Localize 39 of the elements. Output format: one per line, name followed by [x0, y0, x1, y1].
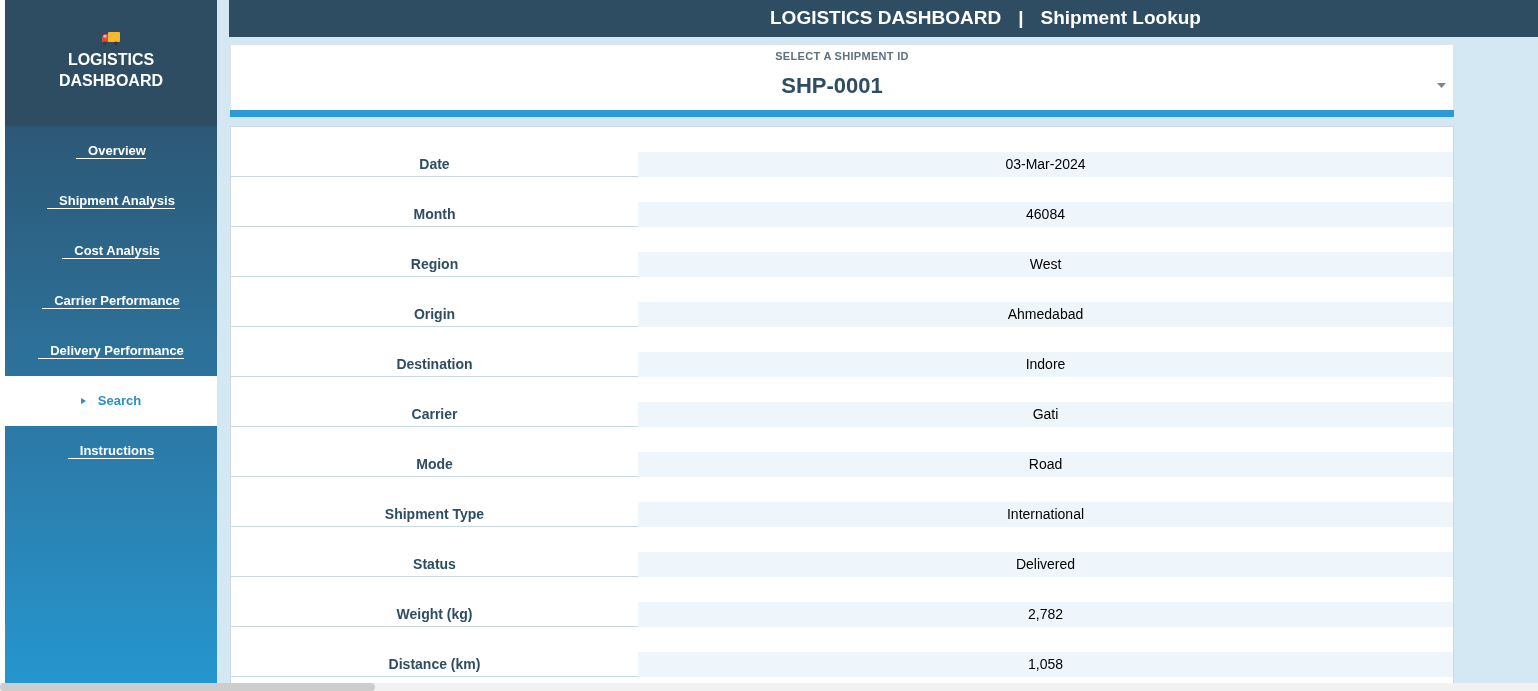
detail-value: Road: [638, 452, 1453, 477]
detail-value: 03-Mar-2024: [638, 152, 1453, 177]
detail-value: Gati: [638, 402, 1453, 427]
detail-value: 1,058: [638, 652, 1453, 677]
detail-label: Weight (kg): [396, 605, 473, 623]
detail-label: Shipment Type: [384, 505, 485, 523]
detail-value: 2,782: [638, 602, 1453, 627]
detail-value: Indore: [638, 352, 1453, 377]
truck-icon: [102, 31, 120, 46]
detail-value: International: [638, 502, 1453, 527]
detail-label: Destination: [396, 355, 473, 373]
detail-value: Delivered: [638, 552, 1453, 577]
sidebar-item[interactable]: Delivery Performance: [5, 326, 217, 376]
detail-label: Status: [413, 555, 456, 573]
select-label: SELECT A SHIPMENT ID: [775, 50, 909, 63]
detail-label: Distance (km): [388, 655, 481, 673]
header-title: LOGISTICS DASHBOARD: [770, 6, 1002, 31]
sidebar-item[interactable]: Instructions: [5, 426, 217, 476]
detail-label: Region: [410, 255, 459, 273]
sidebar-item[interactable]: Search: [5, 376, 217, 426]
logo-title: LOGISTICS DASHBOARD: [58, 49, 164, 91]
header-subtitle: Shipment Lookup: [1040, 6, 1201, 31]
sidebar-item[interactable]: Carrier Performance: [5, 276, 217, 326]
sidebar-item[interactable]: Overview: [5, 126, 217, 176]
detail-value: 46084: [638, 202, 1453, 227]
scrollbar-thumb[interactable]: [0, 683, 375, 691]
detail-label: Date: [419, 155, 450, 173]
detail-label: Mode: [416, 455, 453, 473]
caret-icon: [1437, 83, 1446, 88]
header-separator: |: [1018, 6, 1024, 31]
detail-value: West: [638, 252, 1453, 277]
detail-label: Carrier: [411, 405, 458, 423]
detail-value: Ahmedabad: [638, 302, 1453, 327]
shipment-dropdown[interactable]: SHP-0001: [231, 72, 1453, 100]
sidebar-item[interactable]: Shipment Analysis: [5, 176, 217, 226]
sidebar-item[interactable]: Cost Analysis: [5, 226, 217, 276]
selected-marker-icon: [80, 398, 86, 404]
detail-label: Origin: [413, 305, 456, 323]
detail-label: Month: [413, 205, 456, 223]
